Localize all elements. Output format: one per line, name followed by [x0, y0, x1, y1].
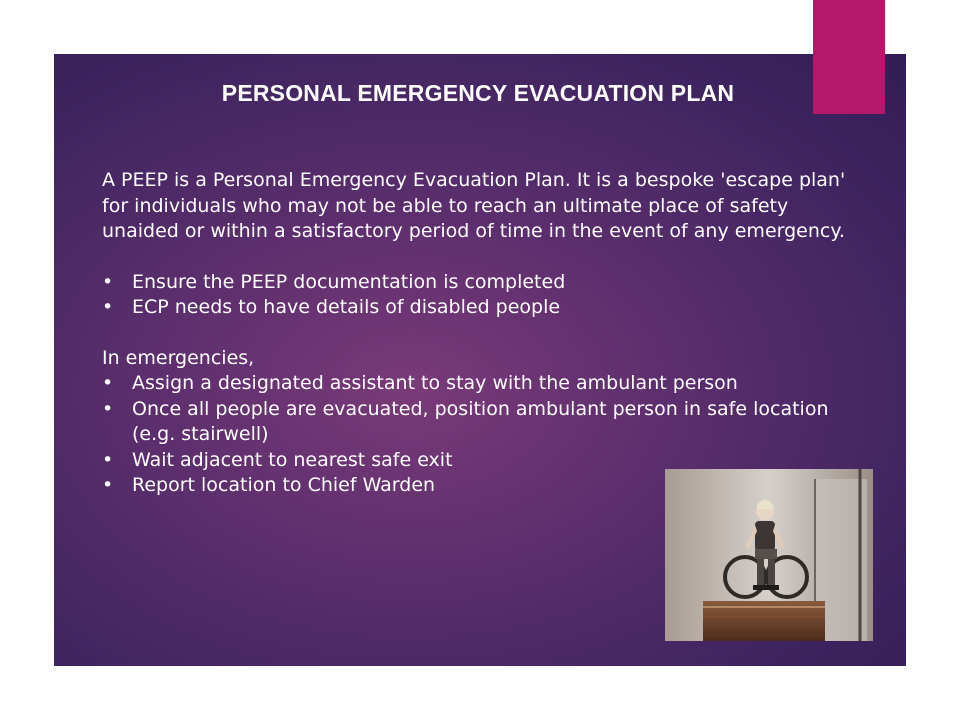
- list-item: • Ensure the PEEP documentation is comple…: [102, 270, 847, 296]
- intro-paragraph: A PEEP is a Personal Emergency Evacuatio…: [102, 169, 846, 242]
- bullet-icon: •: [102, 474, 114, 496]
- bullet-icon: •: [102, 448, 114, 471]
- slide-body: A PEEP is a Personal Emergency Evacuatio…: [102, 168, 847, 499]
- wheelchair-stairs-photo: [665, 469, 873, 641]
- bullet-text: Report location to Chief Warden: [132, 474, 436, 496]
- emergencies-heading: In emergencies,: [102, 346, 255, 369]
- bullet-icon: •: [102, 270, 114, 293]
- list-item: • ECP needs to have details of disabled p…: [102, 295, 847, 321]
- photo-illustration: [665, 469, 873, 641]
- bullet-text: Once all people are evacuated, position …: [132, 397, 829, 446]
- slide-title: PERSONAL EMERGENCY EVACUATION PLAN: [221, 80, 735, 106]
- list-item: • Assign a designated assistant to stay w…: [102, 371, 847, 397]
- bullet-text: Wait adjacent to nearest safe exit: [132, 448, 453, 471]
- bullet-icon: •: [102, 397, 114, 420]
- accent-bar: [813, 0, 885, 114]
- bullet-text: ECP needs to have details of disabled pe…: [132, 296, 561, 318]
- bullet-icon: •: [102, 372, 114, 394]
- bullet-list-peep: • Ensure the PEEP documentation is comple…: [102, 270, 847, 321]
- bullet-text: Ensure the PEEP documentation is complet…: [132, 270, 566, 293]
- bullet-text: Assign a designated assistant to stay wi…: [132, 372, 738, 394]
- bullet-icon: •: [102, 296, 114, 318]
- list-item: • Once all people are evacuated, position…: [102, 397, 847, 448]
